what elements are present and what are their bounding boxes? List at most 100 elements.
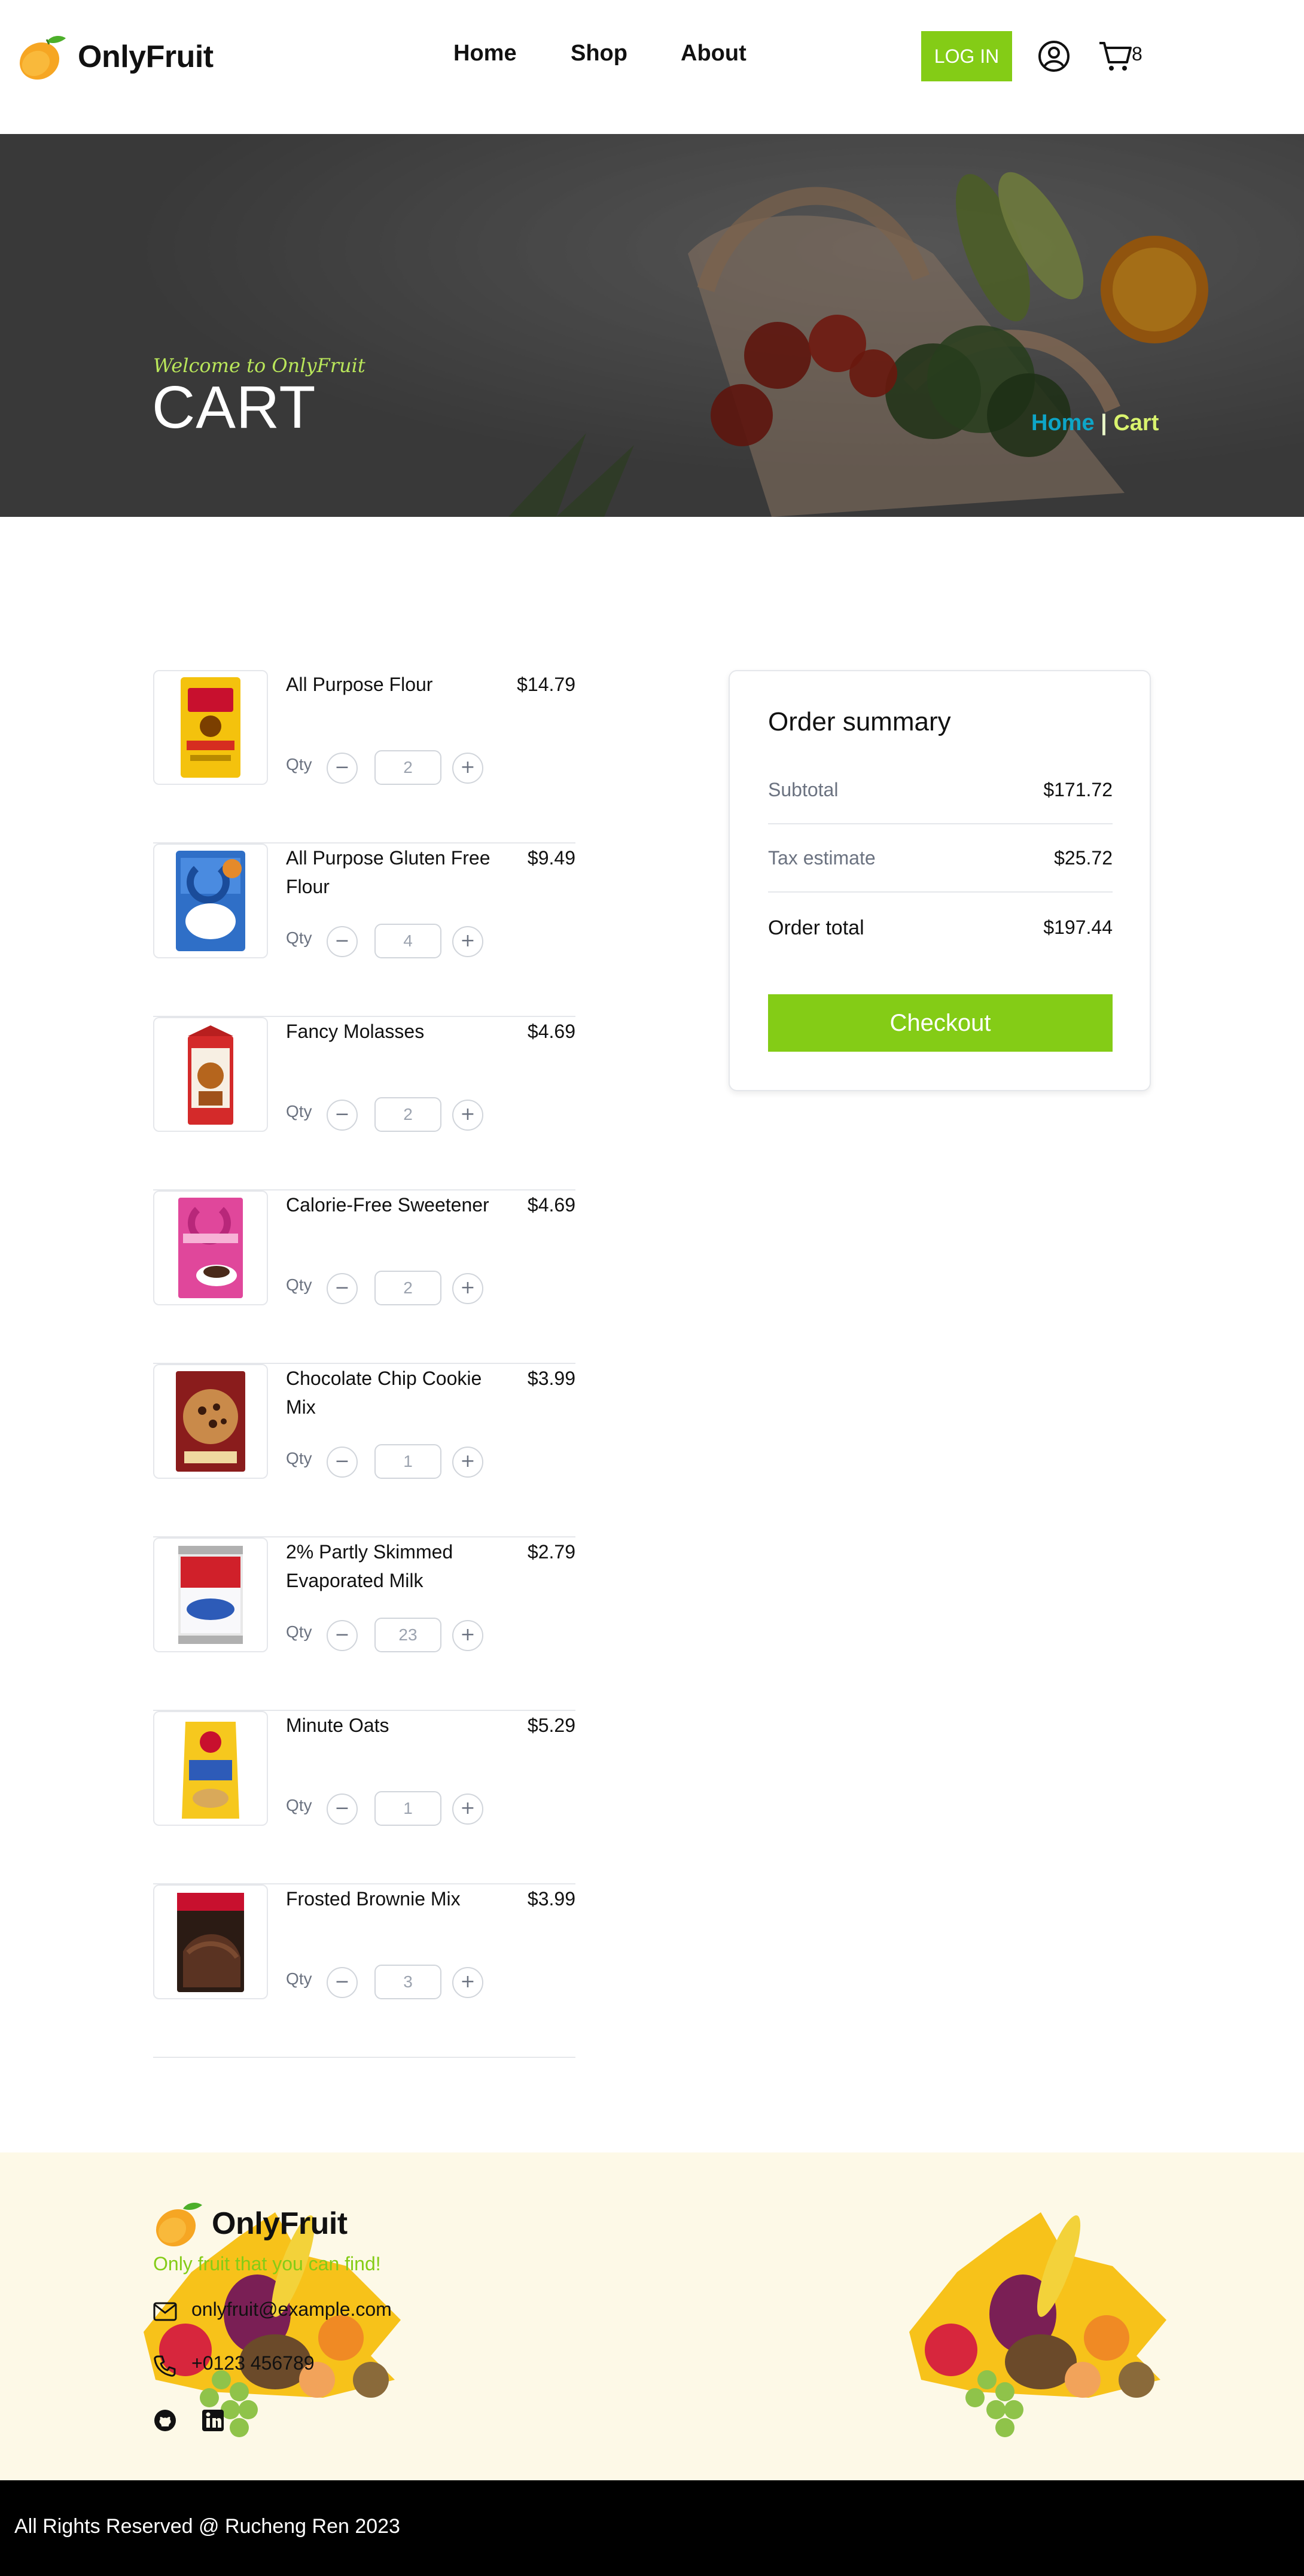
product-image: [153, 1711, 268, 1826]
product-price: $2.79: [527, 1541, 575, 1563]
nav-about-link[interactable]: About: [681, 41, 747, 66]
nav-home-link[interactable]: Home: [453, 41, 517, 66]
copyright-text: All Rights Reserved @ Rucheng Ren 2023: [14, 2515, 400, 2538]
cart-item: All Purpose Flour $14.79 Qty − 2 +: [153, 670, 575, 844]
qty-increase-button[interactable]: +: [452, 1100, 483, 1131]
qty-input[interactable]: 1: [374, 1444, 441, 1479]
subtotal-label: Subtotal: [768, 779, 839, 800]
phone-icon: [154, 2355, 176, 2377]
qty-increase-button[interactable]: +: [452, 1447, 483, 1478]
order-summary-title: Order summary: [768, 707, 951, 736]
cart-item: Frosted Brownie Mix $3.99 Qty − 3 +: [153, 1884, 575, 2058]
footer-brand-logo[interactable]: OnlyFruit: [152, 2198, 348, 2249]
footer-phone-link[interactable]: +0123 456789: [191, 2352, 315, 2374]
cart-item: Chocolate Chip Cookie Mix $3.99 Qty − 1 …: [153, 1364, 575, 1537]
qty-increase-button[interactable]: +: [452, 1794, 483, 1825]
cart-item: Minute Oats $5.29 Qty − 1 +: [153, 1711, 575, 1884]
qty-label: Qty: [286, 1102, 312, 1120]
checkout-button[interactable]: Checkout: [768, 994, 1113, 1052]
product-image: [153, 670, 268, 785]
subtotal-value: $171.72: [1043, 779, 1113, 800]
linkedin-icon[interactable]: [201, 2408, 225, 2432]
copyright-bar: All Rights Reserved @ Rucheng Ren 2023: [0, 2480, 1304, 2576]
product-name[interactable]: Calorie-Free Sweetener: [286, 1190, 501, 1219]
product-price: $3.99: [527, 1888, 575, 1910]
qty-decrease-button[interactable]: −: [327, 1794, 358, 1825]
order-total-label: Order total: [768, 916, 864, 939]
divider: [768, 823, 1113, 824]
product-name[interactable]: 2% Partly Skimmed Evaporated Milk: [286, 1537, 501, 1595]
qty-input[interactable]: 3: [374, 1965, 441, 1999]
qty-decrease-button[interactable]: −: [327, 1447, 358, 1478]
qty-input[interactable]: 4: [374, 924, 441, 958]
product-image: [153, 1017, 268, 1132]
qty-increase-button[interactable]: +: [452, 753, 483, 784]
site-header: OnlyFruit Home Shop About LOG IN 8: [0, 0, 1304, 134]
qty-increase-button[interactable]: +: [452, 1620, 483, 1651]
qty-label: Qty: [286, 1622, 312, 1641]
cart-count-badge: 8: [1132, 43, 1142, 65]
page-title: CART: [152, 374, 316, 441]
qty-decrease-button[interactable]: −: [327, 1967, 358, 1998]
qty-label: Qty: [286, 1969, 312, 1988]
product-image: [153, 1190, 268, 1305]
qty-label: Qty: [286, 1796, 312, 1814]
product-name[interactable]: All Purpose Flour: [286, 670, 501, 699]
product-image: [153, 1364, 268, 1479]
qty-label: Qty: [286, 1449, 312, 1467]
footer-brand-name: OnlyFruit: [212, 2206, 348, 2241]
product-price: $4.69: [527, 1194, 575, 1216]
qty-input[interactable]: 2: [374, 1271, 441, 1305]
fruit-basket-illustration: [909, 2212, 1166, 2437]
breadcrumb-home-link[interactable]: Home: [1031, 410, 1095, 436]
qty-increase-button[interactable]: +: [452, 1967, 483, 1998]
product-price: $14.79: [517, 674, 575, 695]
qty-input[interactable]: 1: [374, 1791, 441, 1826]
divider: [768, 891, 1113, 893]
site-footer: OnlyFruit Only fruit that you can find! …: [0, 2152, 1304, 2480]
order-summary-panel: Order summary Subtotal $171.72 Tax estim…: [729, 670, 1151, 1091]
product-name[interactable]: All Purpose Gluten Free Flour: [286, 844, 501, 901]
product-price: $3.99: [527, 1368, 575, 1389]
order-total-value: $197.44: [1043, 916, 1113, 938]
tax-label: Tax estimate: [768, 847, 876, 869]
product-name[interactable]: Chocolate Chip Cookie Mix: [286, 1364, 501, 1421]
nav-shop-link[interactable]: Shop: [571, 41, 627, 66]
breadcrumb: Home | Cart: [1031, 410, 1159, 436]
breadcrumb-separator: |: [1101, 410, 1107, 436]
product-image: [153, 1884, 268, 1999]
qty-label: Qty: [286, 755, 312, 774]
product-image: [153, 1537, 268, 1652]
product-image: [153, 844, 268, 958]
cart-item: Calorie-Free Sweetener $4.69 Qty − 2 +: [153, 1190, 575, 1364]
login-button[interactable]: LOG IN: [921, 31, 1012, 81]
product-name[interactable]: Minute Oats: [286, 1711, 501, 1740]
github-icon[interactable]: [153, 2408, 177, 2432]
product-name[interactable]: Fancy Molasses: [286, 1017, 501, 1046]
qty-decrease-button[interactable]: −: [327, 1620, 358, 1651]
qty-label: Qty: [286, 928, 312, 947]
cart-icon[interactable]: [1098, 39, 1133, 73]
qty-decrease-button[interactable]: −: [327, 1100, 358, 1131]
qty-increase-button[interactable]: +: [452, 1273, 483, 1304]
qty-decrease-button[interactable]: −: [327, 753, 358, 784]
page-hero: Welcome to OnlyFruit CART Home | Cart: [0, 134, 1304, 517]
qty-decrease-button[interactable]: −: [327, 1273, 358, 1304]
qty-increase-button[interactable]: +: [452, 926, 483, 957]
qty-input[interactable]: 23: [374, 1618, 441, 1652]
product-price: $4.69: [527, 1021, 575, 1042]
qty-label: Qty: [286, 1275, 312, 1294]
user-icon[interactable]: [1037, 39, 1071, 73]
cart-item: Fancy Molasses $4.69 Qty − 2 +: [153, 1017, 575, 1190]
footer-email-link[interactable]: onlyfruit@example.com: [191, 2298, 392, 2321]
mango-logo-icon: [156, 2203, 202, 2247]
cart-item: 2% Partly Skimmed Evaporated Milk $2.79 …: [153, 1537, 575, 1711]
cart-item: All Purpose Gluten Free Flour $9.49 Qty …: [153, 844, 575, 1017]
tax-value: $25.72: [1054, 847, 1113, 869]
mail-icon: [153, 2302, 177, 2321]
qty-input[interactable]: 2: [374, 1097, 441, 1132]
qty-decrease-button[interactable]: −: [327, 926, 358, 957]
hero-background-image: [0, 134, 1304, 517]
product-name[interactable]: Frosted Brownie Mix: [286, 1884, 501, 1913]
qty-input[interactable]: 2: [374, 750, 441, 785]
